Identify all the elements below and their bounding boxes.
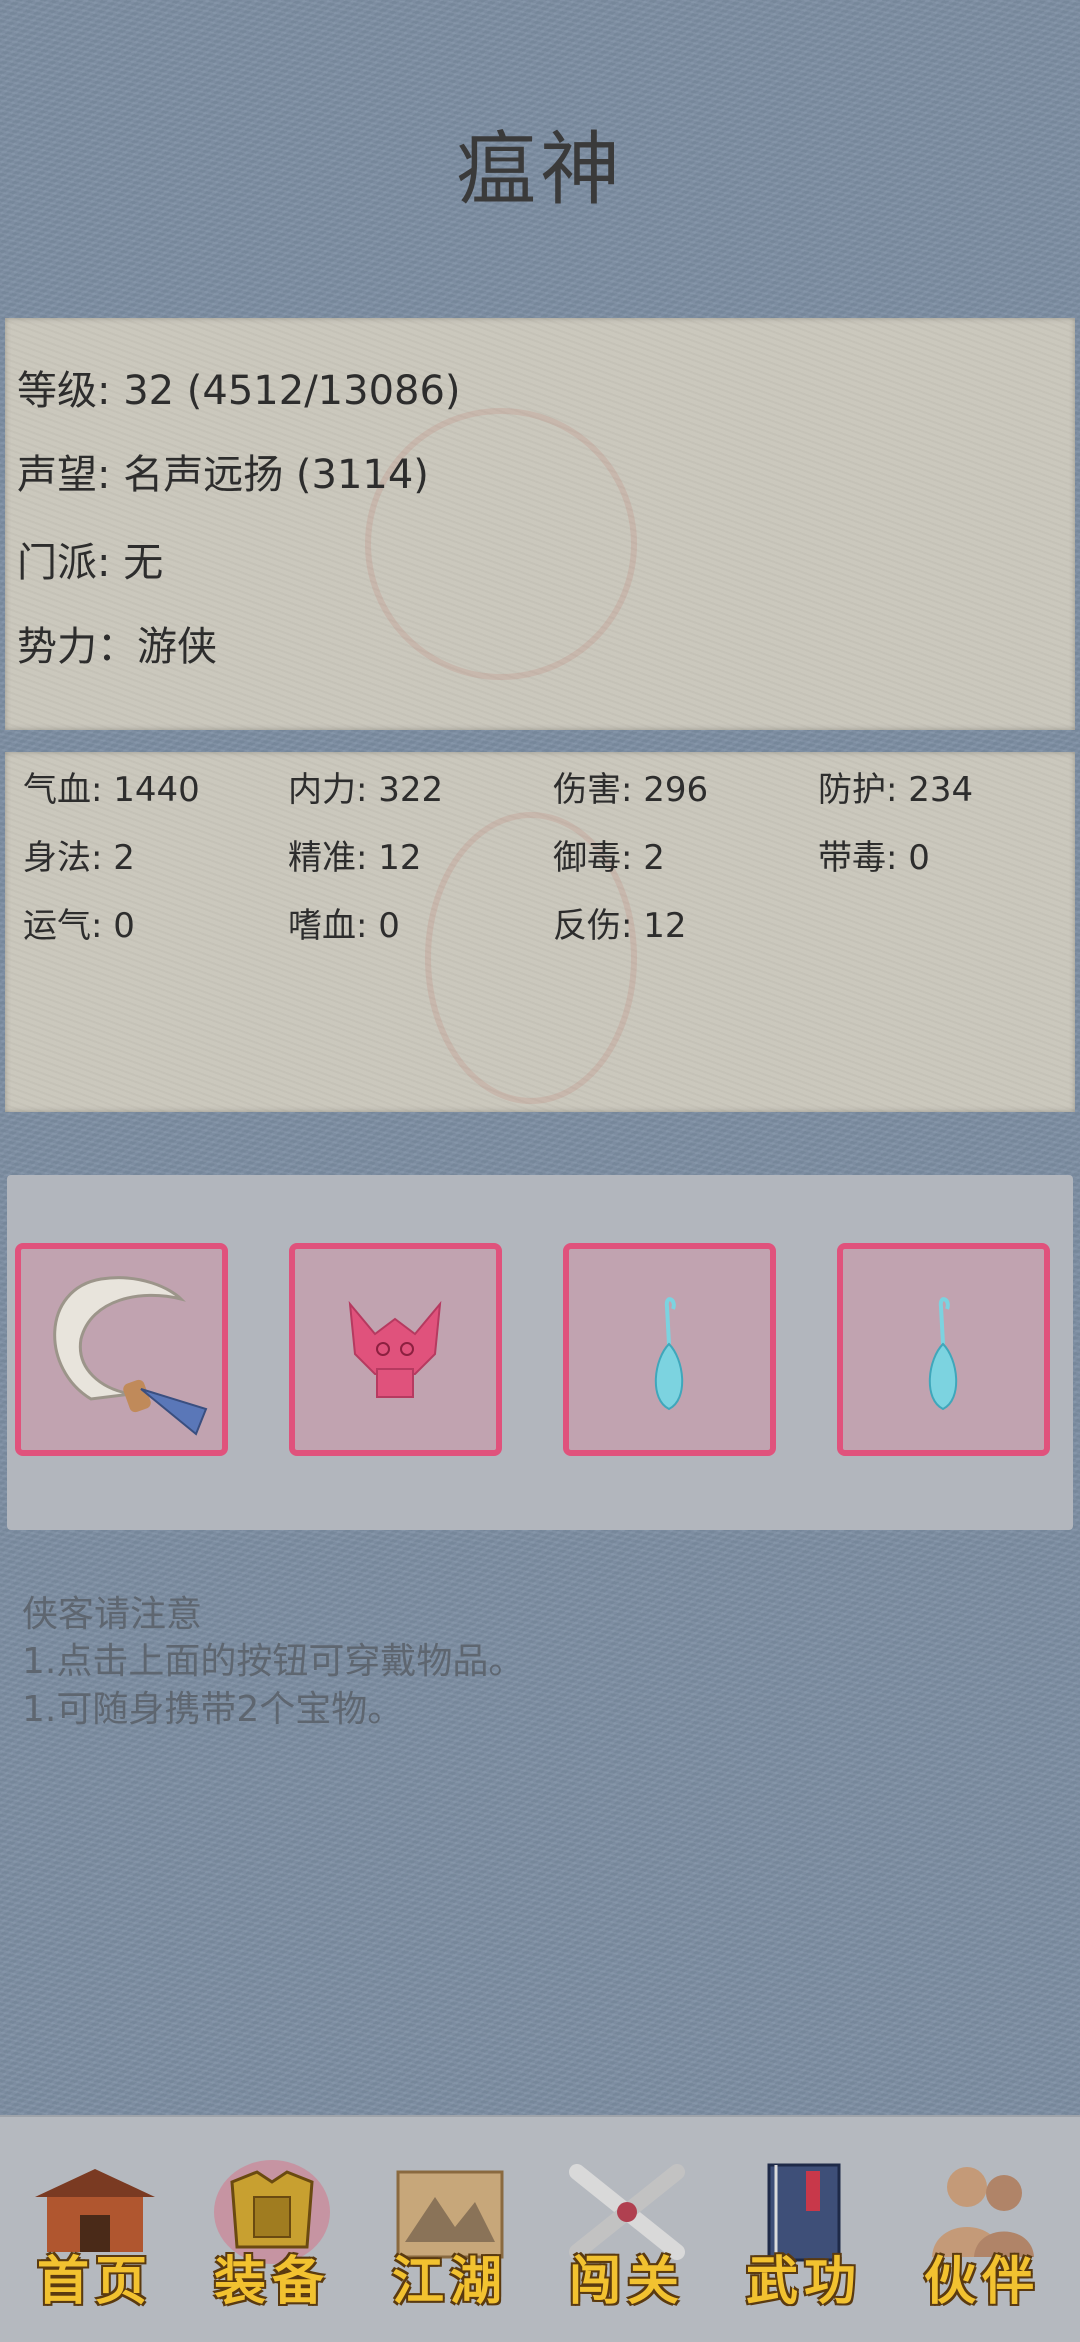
character-info-panel: 等级: 32 (4512/13086) 声望: 名声远扬 (3114) 门派: … <box>5 318 1075 730</box>
notice-line-1: 1.点击上面的按钮可穿戴物品。 <box>22 1641 525 1682</box>
stat-inner-power: 内力: 322 <box>288 770 444 810</box>
stat-accuracy: 精准: 12 <box>288 838 422 878</box>
water-drop-pendant-icon <box>928 1297 958 1411</box>
equipment-slot-armor[interactable] <box>289 1243 502 1456</box>
sect-text: 门派: 无 <box>17 540 164 586</box>
stat-agility: 身法: 2 <box>23 838 135 878</box>
hook-blade-icon <box>53 1276 208 1436</box>
notice-heading: 侠客请注意 <box>22 1594 203 1635</box>
nav-home-label: 首页 <box>36 2251 153 2312</box>
bottom-navigation: 首页 装备 江湖 闯关 武功 伙伴 <box>0 2115 1080 2342</box>
stat-damage: 伤害: 296 <box>553 770 709 810</box>
nav-martial-arts[interactable]: 武功 <box>724 2157 884 2312</box>
nav-challenge[interactable]: 闯关 <box>547 2157 707 2312</box>
stat-lifesteal: 嗜血: 0 <box>288 906 400 946</box>
page-title: 瘟神 <box>456 123 624 216</box>
nav-jianghu-label: 江湖 <box>391 2251 508 2312</box>
level-text: 等级: 32 (4512/13086) <box>17 368 461 414</box>
equipment-slot-treasure-1[interactable] <box>563 1243 776 1456</box>
stat-poison: 带毒: 0 <box>818 838 930 878</box>
equipment-slot-weapon[interactable] <box>15 1243 228 1456</box>
nav-companions[interactable]: 伙伴 <box>902 2157 1062 2312</box>
equipment-panel <box>7 1175 1073 1530</box>
nav-challenge-label: 闯关 <box>568 2251 685 2312</box>
nav-equipment-label: 装备 <box>213 2251 330 2312</box>
stat-reflect: 反伤: 12 <box>553 906 687 946</box>
equipment-slot-treasure-2[interactable] <box>837 1243 1050 1456</box>
stat-poison-resist: 御毒: 2 <box>553 838 665 878</box>
demon-mask-icon <box>348 1300 442 1398</box>
nav-equipment[interactable]: 装备 <box>192 2157 352 2312</box>
nav-companions-label: 伙伴 <box>923 2251 1040 2312</box>
water-drop-pendant-icon <box>654 1297 684 1411</box>
nav-jianghu[interactable]: 江湖 <box>370 2157 530 2312</box>
stat-defense: 防护: 234 <box>818 770 974 810</box>
nav-home[interactable]: 首页 <box>15 2157 175 2312</box>
stat-hp: 气血: 1440 <box>23 770 200 810</box>
faction-text: 势力：游侠 <box>17 624 217 670</box>
notice-line-2: 1.可随身携带2个宝物。 <box>22 1689 404 1730</box>
stat-luck: 运气: 0 <box>23 906 135 946</box>
character-stats-panel: 气血: 1440 内力: 322 伤害: 296 防护: 234 身法: 2 精… <box>5 752 1075 1112</box>
fame-text: 声望: 名声远扬 (3114) <box>17 452 429 498</box>
nav-martial-arts-label: 武功 <box>745 2251 862 2312</box>
